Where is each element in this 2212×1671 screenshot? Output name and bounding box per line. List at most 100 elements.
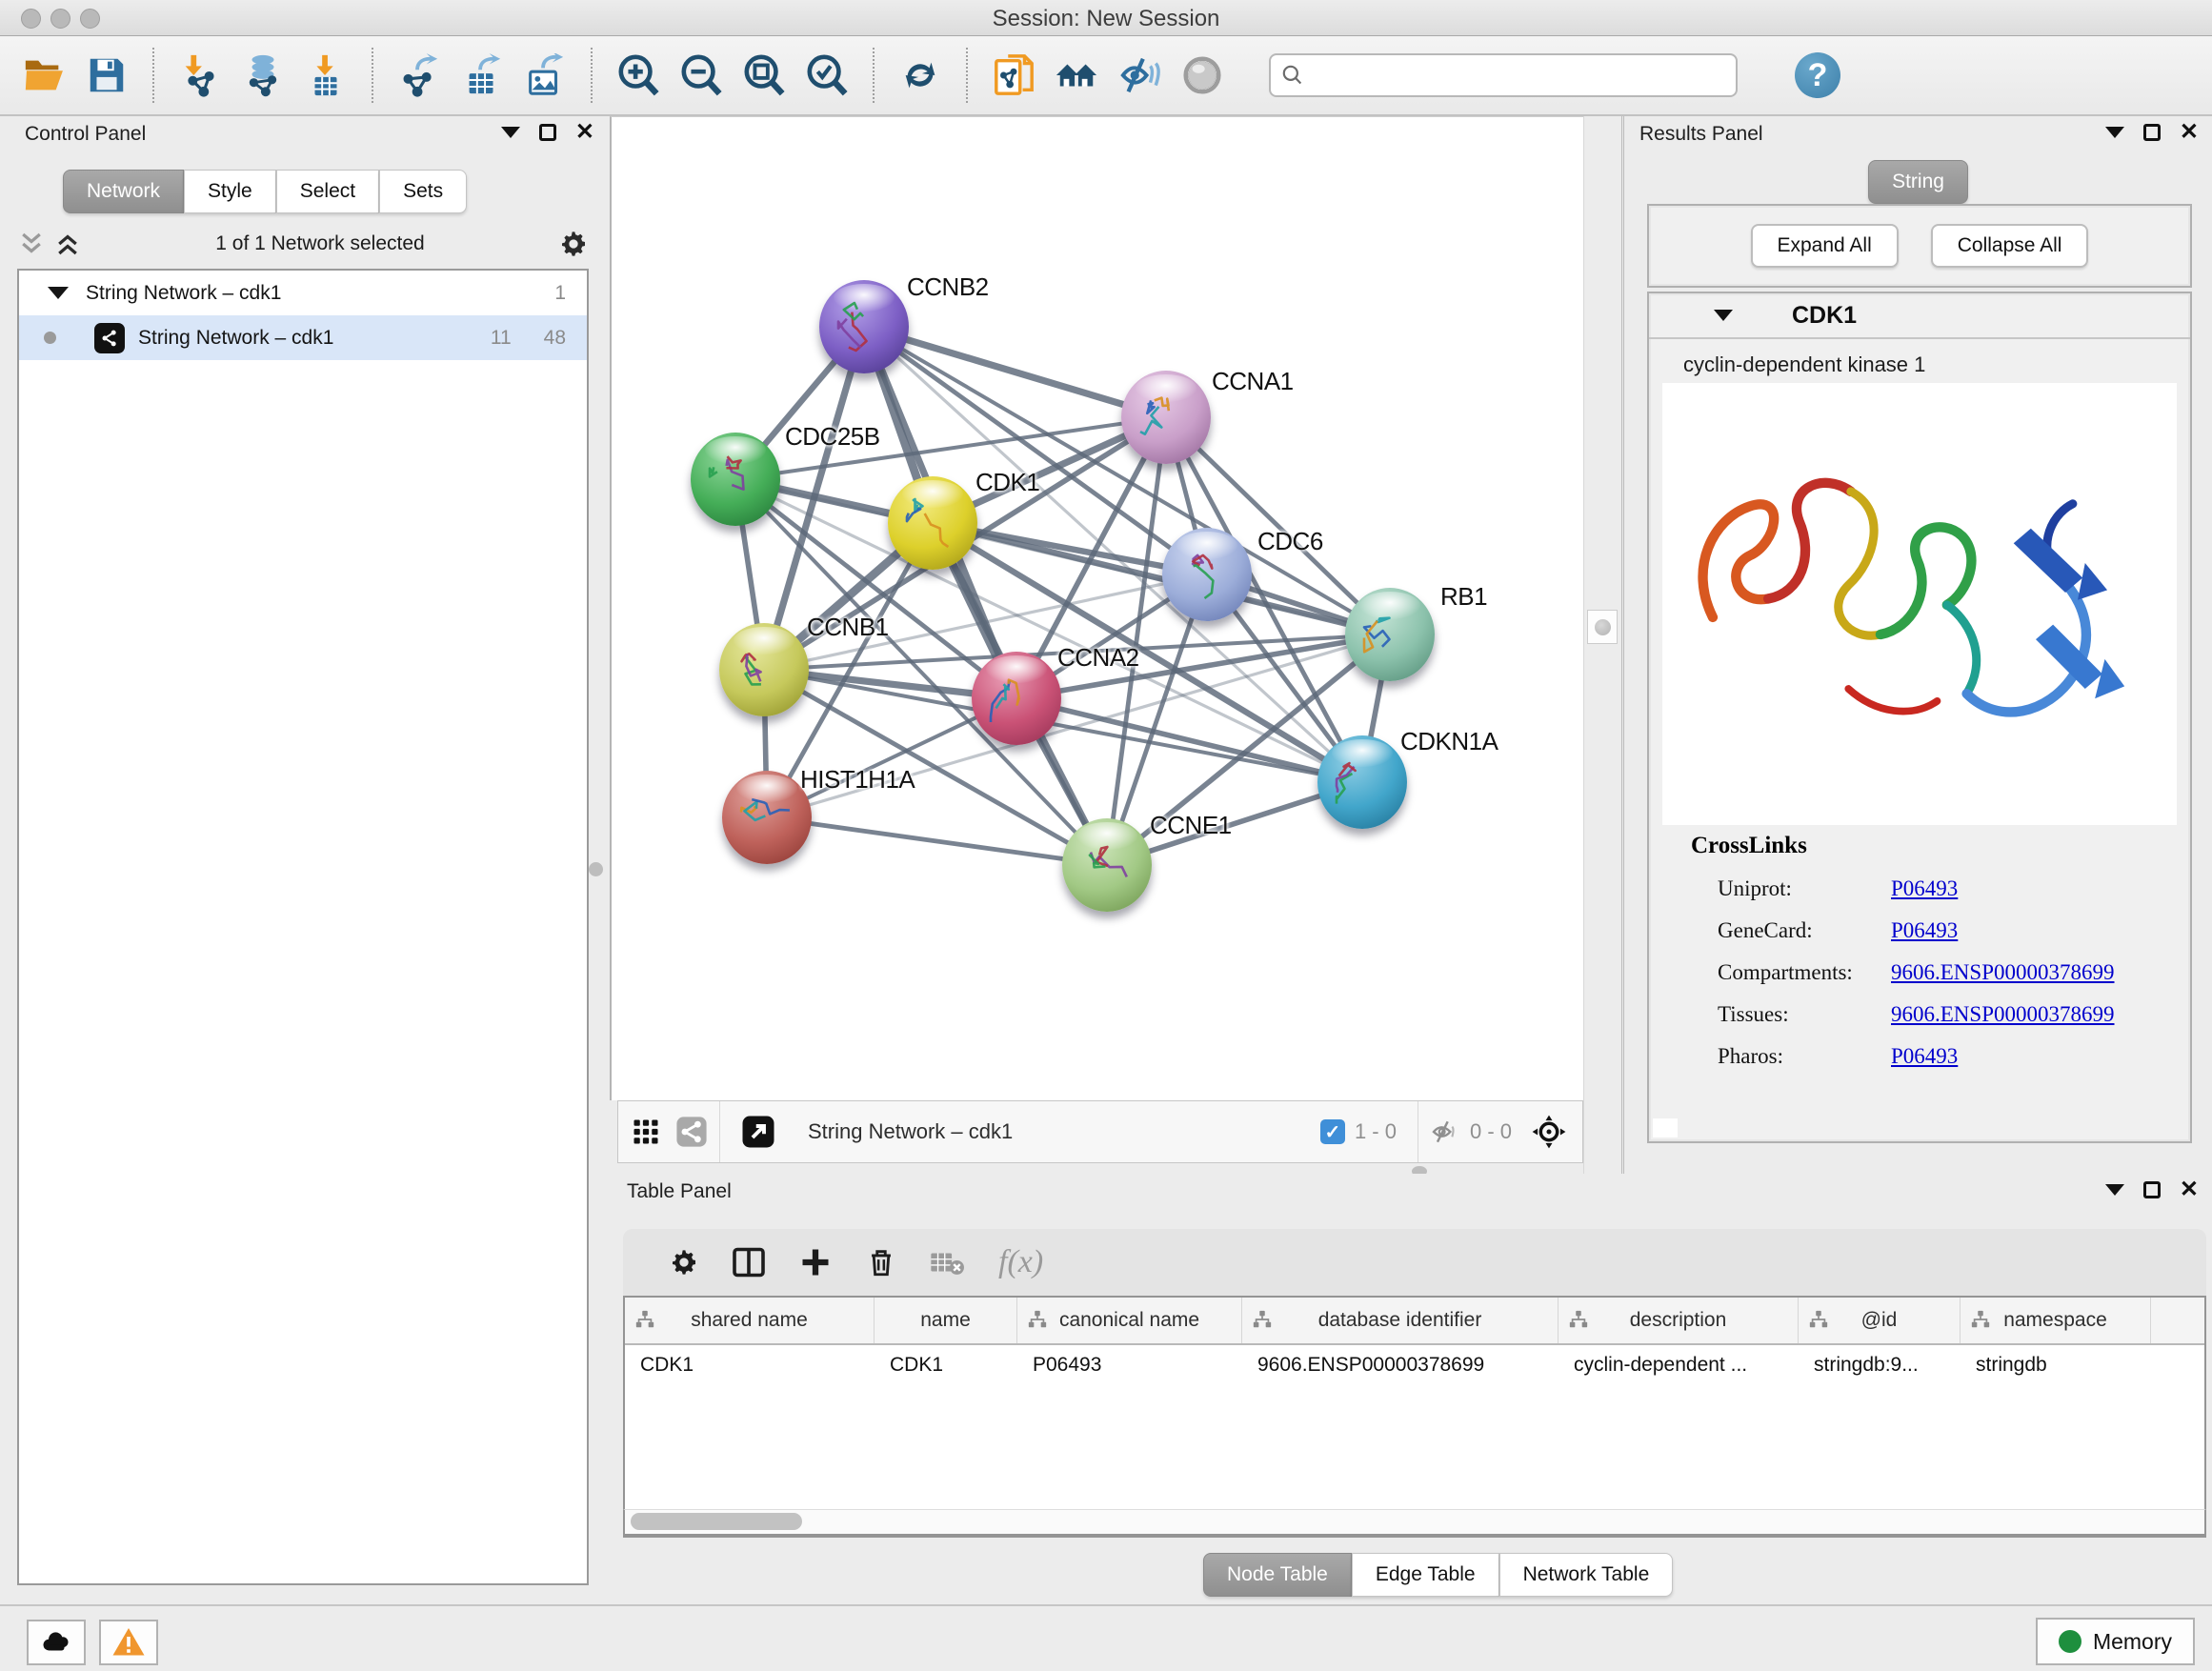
column-header-namespace[interactable]: namespace [1961,1298,2151,1343]
import-network-file-button[interactable] [175,49,225,102]
delete-column-trash-icon[interactable] [865,1246,897,1278]
right-splitter[interactable] [1583,116,1621,1174]
collapse-all-chevron-icon[interactable] [17,230,46,258]
level-of-detail-button[interactable] [1177,49,1227,102]
grid-view-icon[interactable] [632,1117,660,1146]
network-options-gear-icon[interactable] [558,229,589,259]
collapse-all-button[interactable]: Collapse All [1931,224,2089,268]
edge-ccnb2-ccna1[interactable] [864,327,1166,417]
zoom-out-button[interactable] [676,49,726,102]
node-cdk1[interactable] [888,476,977,570]
node-ccnb2[interactable] [819,280,909,373]
float-panel-icon[interactable] [2143,1181,2161,1198]
scrollbar-thumb[interactable] [631,1513,802,1530]
home-networks-button[interactable] [1052,49,1101,102]
node-table[interactable]: shared namenamecanonical namedatabase id… [623,1296,2206,1538]
ndex-share-button[interactable] [989,49,1038,102]
export-network-button[interactable] [394,49,444,102]
node-rb1[interactable] [1345,588,1435,681]
table-cell[interactable]: CDK1 [875,1345,1017,1389]
tab-select[interactable]: Select [276,170,379,213]
export-image-button[interactable] [520,49,570,102]
expand-all-chevron-icon[interactable] [53,230,82,258]
zoom-selected-button[interactable] [802,49,852,102]
node-cdc25b[interactable] [691,433,780,526]
tree-expand-caret-icon[interactable] [48,287,69,299]
node-cdc6[interactable] [1162,528,1252,621]
selected-nodes-checkbox-icon[interactable]: ✓ [1320,1119,1345,1144]
column-header-shared-name[interactable]: shared name [625,1298,875,1343]
panel-menu-caret-icon[interactable] [2105,127,2124,138]
node-ccna2[interactable] [972,652,1061,745]
show-column-icon[interactable] [732,1245,766,1279]
detach-view-icon[interactable] [741,1115,775,1149]
import-table-button[interactable] [301,49,351,102]
help-button[interactable]: ? [1795,52,1840,98]
column-header-@id[interactable]: @id [1799,1298,1961,1343]
node-ccnb1[interactable] [719,623,809,716]
edge-hist1h1a-ccne1[interactable] [767,817,1107,865]
zoom-in-button[interactable] [613,49,663,102]
close-panel-icon[interactable]: ✕ [2180,124,2199,141]
crosslink-link[interactable]: P06493 [1891,1044,1958,1069]
column-header-canonical-name[interactable]: canonical name [1017,1298,1242,1343]
create-column-plus-icon[interactable] [798,1245,833,1279]
float-panel-icon[interactable] [2143,124,2161,141]
node-ccne1[interactable] [1062,818,1152,912]
table-options-gear-icon[interactable] [669,1247,699,1278]
import-network-database-button[interactable] [238,49,288,102]
close-panel-icon[interactable]: ✕ [575,124,594,141]
collapse-entry-caret-icon[interactable] [1714,310,1733,321]
expand-all-button[interactable]: Expand All [1751,224,1899,268]
table-cell[interactable]: stringdb [1961,1345,2151,1389]
column-header-description[interactable]: description [1558,1298,1799,1343]
tab-string[interactable]: String [1868,160,1968,204]
network-canvas[interactable]: CCNB2CCNA1CDC25BCDK1CDC6RB1CCNB1CCNA2CDK… [610,116,1583,1100]
save-session-button[interactable] [82,49,131,102]
float-panel-icon[interactable] [539,124,556,141]
network-row-selected[interactable]: String Network – cdk1 11 48 [19,315,587,360]
panel-menu-caret-icon[interactable] [2105,1184,2124,1196]
tab-node-table[interactable]: Node Table [1203,1553,1352,1597]
crosslink-link[interactable]: 9606.ENSP00000378699 [1891,1002,2115,1027]
panel-menu-caret-icon[interactable] [501,127,520,138]
node-details-header[interactable]: CDK1 [1649,293,2190,339]
apply-layout-button[interactable] [895,49,945,102]
tab-style[interactable]: Style [184,170,276,213]
network-collection-row[interactable]: String Network – cdk1 1 [19,271,587,315]
right-splitter-handle[interactable] [1587,610,1618,644]
network-share-icon-disabled[interactable] [675,1116,708,1148]
left-splitter-handle[interactable] [589,862,603,876]
memory-button[interactable]: Memory [2036,1618,2195,1665]
hide-graphics-button[interactable] [1115,49,1164,102]
collection-count: 1 [554,282,566,305]
table-cell[interactable]: cyclin-dependent ... [1558,1345,1799,1389]
cloud-status-button[interactable] [27,1620,86,1665]
table-cell[interactable]: 9606.ENSP00000378699 [1242,1345,1558,1389]
crosslink-link[interactable]: P06493 [1891,918,1958,943]
export-table-button[interactable] [457,49,507,102]
node-cdkn1a[interactable] [1317,735,1407,829]
node-ccna1[interactable] [1121,371,1211,464]
table-cell[interactable]: CDK1 [625,1345,875,1389]
node-hist1h1a[interactable] [722,771,812,864]
table-cell[interactable]: P06493 [1017,1345,1242,1389]
tab-network[interactable]: Network [63,170,184,213]
table-horizontal-scrollbar[interactable] [623,1509,2206,1536]
warnings-button[interactable] [99,1620,158,1665]
fit-selected-crosshair-icon[interactable] [1531,1114,1567,1150]
column-header-database-identifier[interactable]: database identifier [1242,1298,1558,1343]
table-row[interactable]: CDK1CDK1P064939606.ENSP00000378699cyclin… [625,1345,2204,1389]
table-cell[interactable]: stringdb:9... [1799,1345,1961,1389]
column-header-name[interactable]: name [875,1298,1017,1343]
open-session-button[interactable] [19,49,69,102]
close-panel-icon[interactable]: ✕ [2180,1181,2199,1198]
search-input[interactable] [1305,63,1715,88]
crosslink-link[interactable]: P06493 [1891,876,1958,901]
hidden-elements-eye-icon[interactable] [1430,1117,1460,1147]
zoom-fit-button[interactable] [739,49,789,102]
tab-sets[interactable]: Sets [379,170,467,213]
tab-network-table[interactable]: Network Table [1499,1553,1674,1597]
tab-edge-table[interactable]: Edge Table [1352,1553,1499,1597]
crosslink-link[interactable]: 9606.ENSP00000378699 [1891,960,2115,985]
